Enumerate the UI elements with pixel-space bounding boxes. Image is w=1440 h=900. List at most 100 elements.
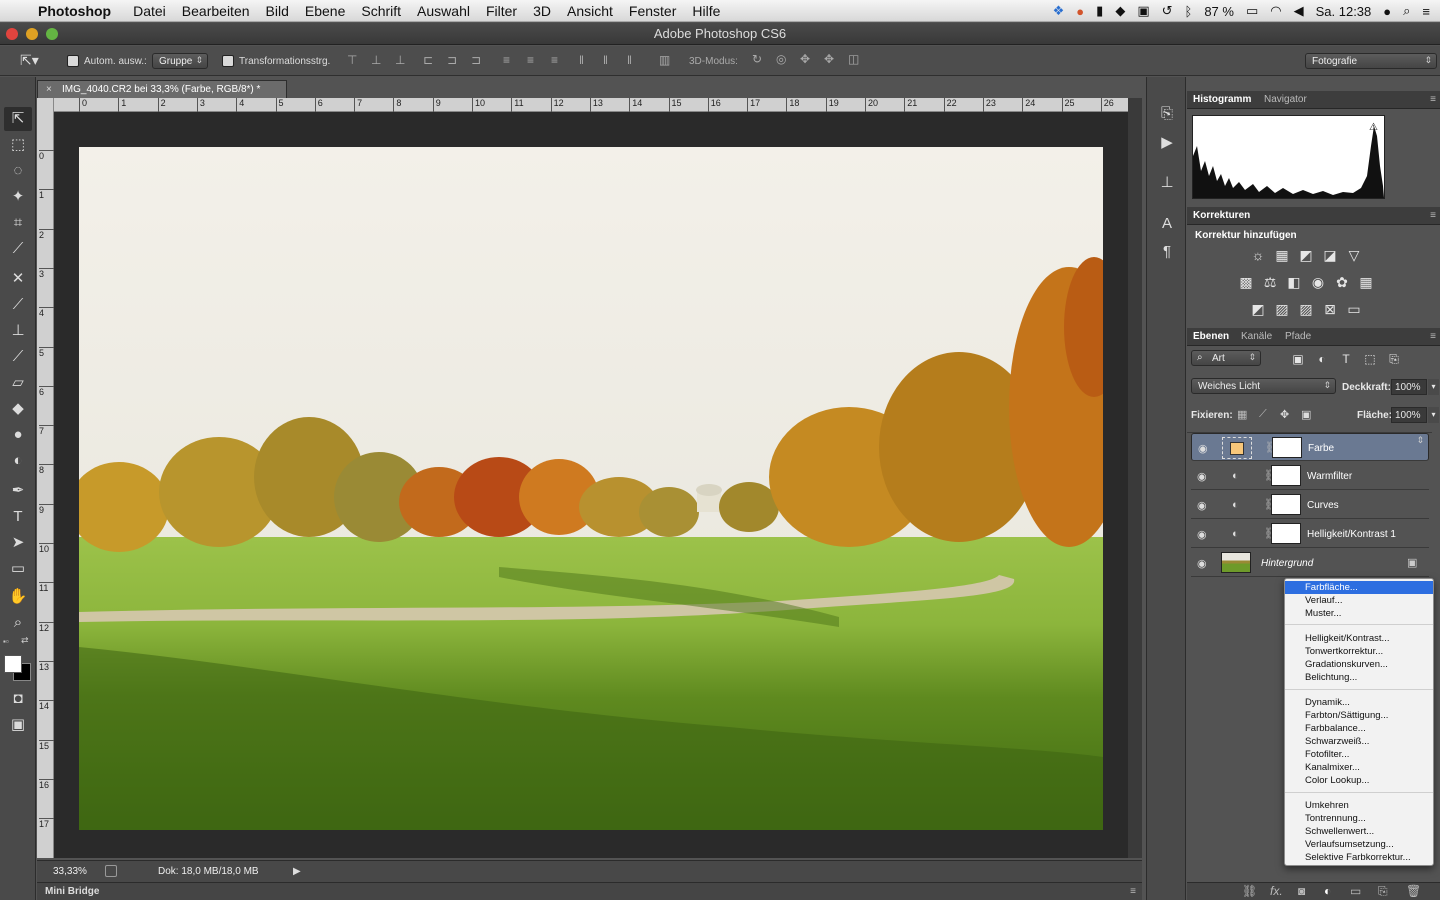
layers-panel-menu-icon[interactable]: ≡ xyxy=(1430,331,1436,342)
tab-histogram[interactable]: Histogramm xyxy=(1193,94,1251,105)
battery-icon[interactable]: ▭ xyxy=(1246,3,1258,19)
menu-item-farbton-saettigung[interactable]: Farbton/Sättigung... xyxy=(1285,709,1433,722)
visibility-eye-icon[interactable]: ◉ xyxy=(1197,499,1207,512)
layer-name[interactable]: Hintergrund xyxy=(1261,558,1313,569)
distribute-hcenter-icon[interactable]: ‖ xyxy=(603,53,608,67)
status-options-icon[interactable] xyxy=(105,865,117,877)
swap-colors-icon[interactable]: ⇄ xyxy=(21,635,29,646)
align-top-icon[interactable]: ⊤ xyxy=(347,53,357,67)
menu-schrift[interactable]: Schrift xyxy=(361,3,401,19)
3d-rotate-icon[interactable]: ↻ xyxy=(752,52,762,66)
menu-item-belichtung[interactable]: Belichtung... xyxy=(1285,671,1433,684)
minimize-window-button[interactable] xyxy=(26,28,38,40)
eyedropper-tool-icon[interactable]: ⟋ xyxy=(4,237,32,261)
tab-navigator[interactable]: Navigator xyxy=(1264,94,1307,105)
notification-center-icon[interactable]: ≡ xyxy=(1422,4,1430,19)
menu-item-gradationskurven[interactable]: Gradationskurven... xyxy=(1285,658,1433,671)
filter-type-layers-icon[interactable]: T xyxy=(1337,350,1355,368)
workspace-dropdown[interactable]: Fotografie xyxy=(1305,53,1437,69)
zoom-tool-icon[interactable]: ⌕ xyxy=(4,611,32,635)
gradient-map-icon-2[interactable]: ▭ xyxy=(1345,300,1363,318)
quick-selection-tool-icon[interactable]: ✦ xyxy=(4,185,32,209)
new-layer-icon[interactable]: ⎘ xyxy=(1378,884,1388,899)
background-layer-thumbnail[interactable] xyxy=(1221,552,1251,573)
link-layers-icon[interactable]: ⛓ xyxy=(1242,884,1257,898)
blur-tool-icon[interactable]: ● xyxy=(4,423,32,447)
history-panel-icon[interactable]: ⎘ xyxy=(1157,105,1177,125)
history-brush-tool-icon[interactable]: ⟋ xyxy=(4,345,32,369)
eraser-tool-icon[interactable]: ▱ xyxy=(4,371,32,395)
character-panel-icon[interactable]: A xyxy=(1157,215,1177,235)
align-left-icon[interactable]: ⊏ xyxy=(423,53,433,67)
layer-name[interactable]: Warmfilter xyxy=(1307,471,1352,482)
layer-row-farbe[interactable]: ◉ ⛓ Farbe xyxy=(1191,433,1429,461)
menu-item-schwellenwert[interactable]: Schwellenwert... xyxy=(1285,825,1433,838)
brush-tool-icon[interactable]: ⟋ xyxy=(4,293,32,317)
brightness-contrast-adjustment-icon[interactable]: ☼ xyxy=(1249,246,1267,264)
visibility-eye-icon[interactable]: ◉ xyxy=(1198,442,1208,455)
distribute-bottom-icon[interactable]: ≡ xyxy=(551,53,558,67)
lock-transparency-icon[interactable]: ▦ xyxy=(1237,408,1247,421)
exposure-adjustment-icon[interactable]: ◪ xyxy=(1321,246,1339,264)
close-document-icon[interactable]: × xyxy=(46,81,52,98)
add-mask-icon[interactable]: ◙ xyxy=(1298,884,1305,898)
menu-ansicht[interactable]: Ansicht xyxy=(567,3,613,19)
layer-mask-thumbnail[interactable] xyxy=(1272,437,1302,458)
paragraph-panel-icon[interactable]: ¶ xyxy=(1157,243,1177,263)
filter-shape-layers-icon[interactable]: ⬚ xyxy=(1361,350,1379,368)
menu-item-color-lookup[interactable]: Color Lookup... xyxy=(1285,774,1433,787)
distribute-vcenter-icon[interactable]: ≡ xyxy=(527,53,534,67)
type-tool-icon[interactable]: T xyxy=(4,505,32,529)
menu-app-photoshop[interactable]: Photoshop xyxy=(38,3,111,19)
3d-pan-icon[interactable]: ✥ xyxy=(800,52,810,66)
ruler-vertical[interactable]: 0 1 2 3 4 5 6 7 8 9 10 11 12 13 14 15 16 17 xyxy=(37,98,54,858)
menu-item-helligkeit-kontrast[interactable]: Helligkeit/Kontrast... xyxy=(1285,632,1433,645)
blend-mode-dropdown[interactable]: Weiches Licht xyxy=(1191,378,1336,394)
menu-item-tontrennung[interactable]: Tontrennung... xyxy=(1285,812,1433,825)
menu-item-umkehren[interactable]: Umkehren xyxy=(1285,799,1433,812)
clock[interactable]: Sa. 12:38 xyxy=(1316,4,1372,19)
healing-brush-tool-icon[interactable]: ✕ xyxy=(4,267,32,291)
menu-hilfe[interactable]: Hilfe xyxy=(692,3,720,19)
black-white-adjustment-icon[interactable]: ◧ xyxy=(1285,273,1303,291)
spotlight-search-icon[interactable]: ⌕ xyxy=(1403,3,1410,19)
opacity-input[interactable]: 100% xyxy=(1391,379,1427,395)
layer-mask-thumbnail[interactable] xyxy=(1271,465,1301,486)
menu-item-selektive-farbkorrektur[interactable]: Selektive Farbkorrektur... xyxy=(1285,851,1433,864)
corrections-panel-menu-icon[interactable]: ≡ xyxy=(1430,210,1436,221)
visibility-eye-icon[interactable]: ◉ xyxy=(1197,470,1207,483)
levels-adjustment-icon[interactable]: ▦ xyxy=(1273,246,1291,264)
lock-position-icon[interactable]: ✥ xyxy=(1280,408,1289,421)
color-balance-adjustment-icon[interactable]: ⚖ xyxy=(1261,273,1279,291)
marquee-tool-icon[interactable]: ⬚ xyxy=(4,133,32,157)
move-tool-icon[interactable]: ⇱ xyxy=(4,107,32,131)
menu-bild[interactable]: Bild xyxy=(266,3,289,19)
menu-item-kanalmixer[interactable]: Kanalmixer... xyxy=(1285,761,1433,774)
battery-status[interactable]: 87 % xyxy=(1204,4,1234,19)
menu-item-farbbalance[interactable]: Farbbalance... xyxy=(1285,722,1433,735)
menu-item-schwarzweiss[interactable]: Schwarzweiß... xyxy=(1285,735,1433,748)
menu-item-verlauf[interactable]: Verlauf... xyxy=(1285,594,1433,607)
layer-name[interactable]: Farbe xyxy=(1308,443,1334,454)
lasso-tool-icon[interactable]: ◌ xyxy=(4,159,32,183)
lock-pixels-icon[interactable]: ⟋ xyxy=(1259,408,1267,421)
photo-filter-adjustment-icon[interactable]: ◉ xyxy=(1309,273,1327,291)
visibility-eye-icon[interactable]: ◉ xyxy=(1197,528,1207,541)
3d-slide-icon[interactable]: ✥ xyxy=(824,52,834,66)
move-tool-preset-icon[interactable]: ⇱▾ xyxy=(20,52,39,69)
mini-bridge-panel[interactable]: Mini Bridge ≡ xyxy=(37,882,1142,900)
quick-mask-icon[interactable]: ◘ xyxy=(4,687,32,711)
layer-row-warmfilter[interactable]: ◉ ◐ ⛓ Warmfilter xyxy=(1191,462,1429,490)
clone-stamp-tool-icon[interactable]: ⊥ xyxy=(4,319,32,343)
close-window-button[interactable] xyxy=(6,28,18,40)
tab-paths[interactable]: Pfade xyxy=(1285,331,1311,342)
color-lookup-adjustment-icon[interactable]: ▦ xyxy=(1357,273,1375,291)
lock-icon[interactable]: ▣ xyxy=(1137,3,1149,19)
autoselect-checkbox[interactable] xyxy=(67,55,79,67)
panel-menu-icon[interactable]: ≡ xyxy=(1130,883,1136,900)
channel-mixer-adjustment-icon[interactable]: ✿ xyxy=(1333,273,1351,291)
3d-roll-icon[interactable]: ◎ xyxy=(776,52,786,66)
status-menu-arrow-icon[interactable]: ▶ xyxy=(293,861,301,882)
menu-item-fotofilter[interactable]: Fotofilter... xyxy=(1285,748,1433,761)
zoom-window-button[interactable] xyxy=(46,28,58,40)
